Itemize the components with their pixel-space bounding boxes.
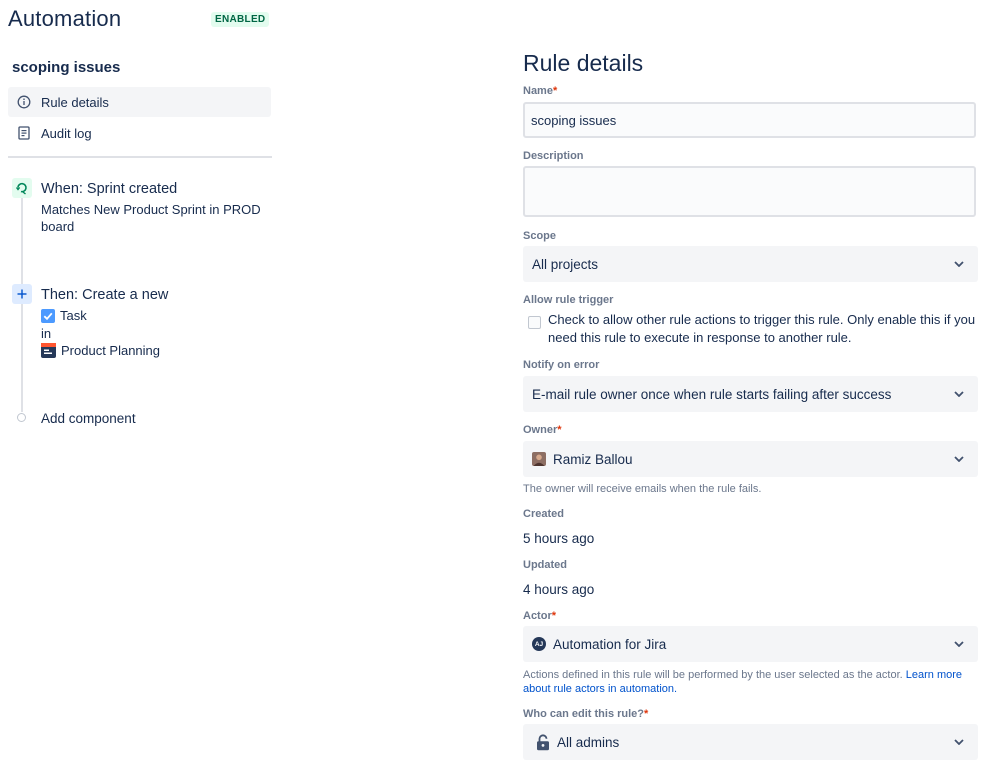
add-component-dot-icon	[17, 413, 26, 422]
allow-trigger-checkbox[interactable]	[528, 316, 541, 329]
owner-value: Ramiz Ballou	[553, 451, 633, 467]
rule-name: scoping issues	[12, 59, 121, 76]
sidebar-item-label: Rule details	[41, 94, 109, 110]
owner-helper-text: The owner will receive emails when the r…	[523, 483, 762, 495]
sidebar-divider	[8, 156, 272, 158]
chevron-down-icon	[952, 735, 966, 749]
notify-label: Notify on error	[523, 359, 600, 371]
editors-value: All admins	[557, 734, 620, 750]
add-component-button[interactable]: Add component	[41, 410, 136, 427]
name-label: Name*	[523, 85, 558, 97]
lock-icon	[536, 733, 550, 751]
description-label: Description	[523, 150, 584, 162]
info-icon	[16, 94, 32, 110]
notify-value: E-mail rule owner once when rule starts …	[532, 386, 892, 402]
actor-select[interactable]: AJ Automation for Jira	[523, 626, 978, 662]
notify-select[interactable]: E-mail rule owner once when rule starts …	[523, 376, 978, 412]
name-input[interactable]: scoping issues	[523, 102, 976, 138]
sidebar-item-audit-log[interactable]: Audit log	[8, 118, 271, 148]
updated-value: 4 hours ago	[523, 582, 595, 597]
chevron-down-icon	[952, 387, 966, 401]
action-connector: in	[41, 326, 52, 341]
created-value: 5 hours ago	[523, 531, 595, 546]
actor-helper-text: Actions defined in this rule will be per…	[523, 669, 963, 695]
project-avatar-icon	[41, 343, 56, 358]
chevron-down-icon	[952, 257, 966, 271]
trigger-title[interactable]: When: Sprint created	[41, 181, 177, 197]
action-title[interactable]: Then: Create a new	[41, 287, 168, 303]
scope-label: Scope	[523, 230, 557, 242]
scope-select[interactable]: All projects	[523, 246, 978, 282]
description-input[interactable]	[523, 166, 976, 217]
actor-label: Actor*	[523, 610, 557, 622]
scope-value: All projects	[532, 256, 599, 272]
chevron-down-icon	[952, 452, 966, 466]
user-avatar	[532, 452, 546, 466]
project-label: Product Planning	[61, 343, 161, 358]
owner-select[interactable]: Ramiz Ballou	[523, 441, 978, 477]
created-label: Created	[523, 508, 564, 520]
actor-value: Automation for Jira	[553, 636, 667, 652]
editors-select[interactable]: All admins	[523, 724, 978, 760]
allow-trigger-label: Allow rule trigger	[523, 294, 614, 306]
owner-label: Owner*	[523, 424, 562, 436]
trigger-description: Matches New Product Sprint in PROD board	[41, 202, 261, 234]
editors-label: Who can edit this rule?*	[523, 708, 649, 720]
app-title: Automation	[8, 6, 122, 31]
plus-icon[interactable]	[12, 284, 32, 304]
task-icon	[41, 308, 55, 323]
chevron-down-icon	[952, 637, 966, 651]
action-project: Product Planning	[41, 342, 160, 359]
sidebar-item-rule-details[interactable]: Rule details	[8, 87, 271, 117]
status-badge: ENABLED	[211, 12, 270, 27]
document-icon	[16, 125, 32, 141]
rule-flow-line	[21, 198, 23, 412]
automation-avatar: AJ	[532, 637, 546, 651]
action-issue-type: Task	[41, 307, 87, 324]
allow-trigger-text: Check to allow other rule actions to tri…	[548, 312, 976, 345]
sidebar-item-label: Audit log	[41, 125, 92, 141]
updated-label: Updated	[523, 559, 567, 571]
issue-type-label: Task	[60, 308, 87, 323]
trigger-icon[interactable]	[12, 178, 32, 198]
page-title: Rule details	[523, 50, 644, 76]
